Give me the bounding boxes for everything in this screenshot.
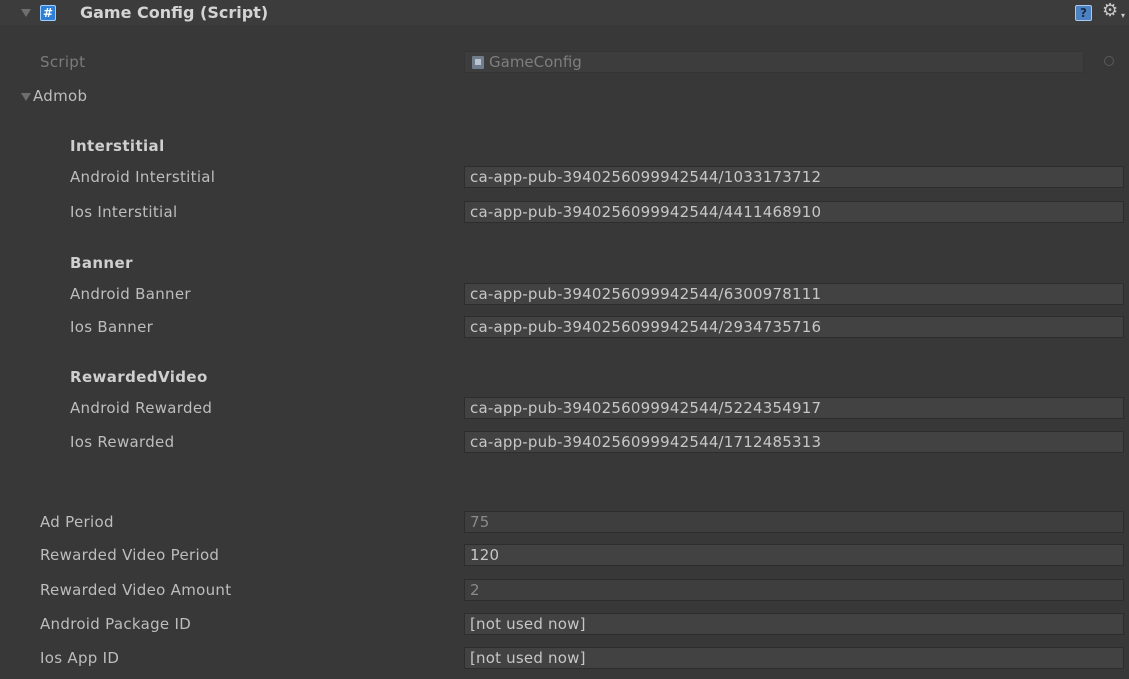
field-ios-app-id[interactable]: [not used now] [464,647,1124,669]
object-picker-icon [1104,56,1114,66]
script-object-field: GameConfig [464,51,1084,73]
script-asset-icon [472,56,484,69]
field-android-rewarded[interactable]: ca-app-pub-3940256099942544/5224354917 [464,397,1124,419]
field-label-ios-rewarded: Ios Rewarded [70,433,175,451]
admob-foldout-arrow-icon[interactable] [21,93,31,101]
field-rewarded-video-period[interactable]: 120 [464,544,1124,566]
help-icon[interactable] [1075,5,1092,21]
component-title: Game Config (Script) [80,3,269,22]
field-ios-interstitial[interactable]: ca-app-pub-3940256099942544/4411468910 [464,201,1124,223]
field-label-rewarded-video-period: Rewarded Video Period [40,546,220,564]
field-label-ad-period: Ad Period [40,513,114,531]
field-ios-banner[interactable]: ca-app-pub-3940256099942544/2934735716 [464,316,1124,338]
field-label-android-package-id: Android Package ID [40,615,192,633]
script-object-value: GameConfig [489,53,582,71]
field-ios-rewarded[interactable]: ca-app-pub-3940256099942544/1712485313 [464,431,1124,453]
field-rewarded-video-amount[interactable]: 2 [464,579,1124,601]
section-header-interstitial: Interstitial [70,137,165,155]
script-label: Script [40,53,86,71]
field-android-interstitial[interactable]: ca-app-pub-3940256099942544/1033173712 [464,166,1124,188]
field-label-ios-banner: Ios Banner [70,318,154,336]
gear-dropdown-icon[interactable] [1121,12,1125,20]
field-ad-period[interactable]: 75 [464,511,1124,533]
field-label-android-banner: Android Banner [70,285,191,303]
section-header-banner: Banner [70,254,133,272]
field-label-ios-interstitial: Ios Interstitial [70,203,178,221]
field-android-package-id[interactable]: [not used now] [464,613,1124,635]
gear-icon[interactable] [1102,1,1118,21]
section-header-rewardedvideo: RewardedVideo [70,368,208,386]
field-label-android-interstitial: Android Interstitial [70,168,216,186]
field-label-ios-app-id: Ios App ID [40,649,120,667]
component-header[interactable]: Game Config (Script) [0,0,1129,25]
field-android-banner[interactable]: ca-app-pub-3940256099942544/6300978111 [464,283,1124,305]
foldout-arrow-icon[interactable] [21,9,31,17]
field-label-android-rewarded: Android Rewarded [70,399,213,417]
csharp-script-icon [40,5,56,21]
field-label-rewarded-video-amount: Rewarded Video Amount [40,581,232,599]
admob-foldout-label[interactable]: Admob [33,86,87,106]
